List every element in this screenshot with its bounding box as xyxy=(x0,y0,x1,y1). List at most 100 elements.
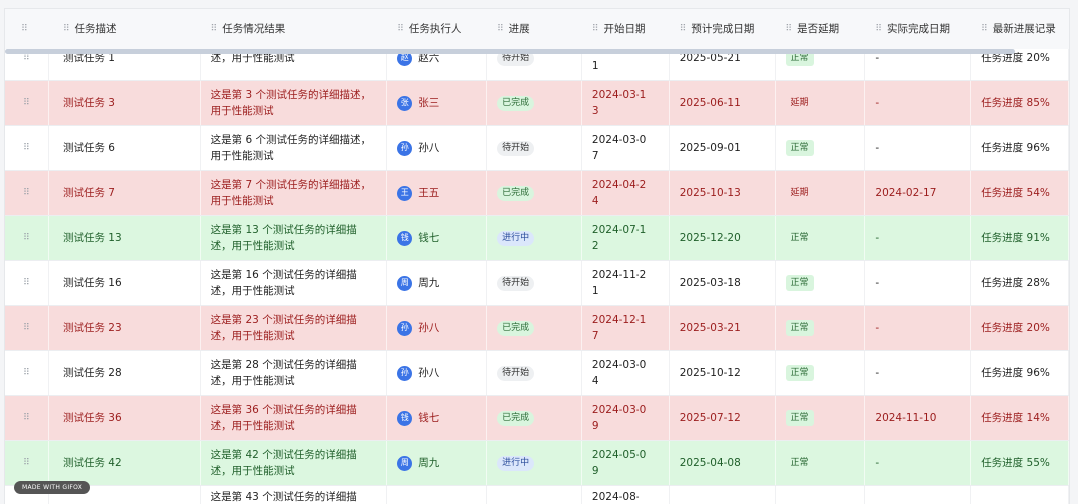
column-header-7[interactable]: ⠿ 是否延期 xyxy=(776,9,866,49)
start-date: 2024-03-09 xyxy=(582,396,670,440)
start-date-text: 2024-07-12 xyxy=(591,224,647,252)
actual-date: - xyxy=(865,81,972,125)
avatar: 钱 xyxy=(397,230,413,246)
start-date-text: 2024-05-09 xyxy=(591,449,647,477)
delay-badge: 正常 xyxy=(785,140,814,156)
start-date: 2024-05-09 xyxy=(582,441,670,485)
drag-handle-icon[interactable]: ⠿ xyxy=(23,140,30,156)
drag-handle-icon[interactable]: ⠿ xyxy=(680,21,687,37)
table-row[interactable]: ⠿ 测试任务 7 这是第 7 个测试任务的详细描述，用于性能测试王王五 已完成 2024… xyxy=(5,171,1069,216)
table-row[interactable]: ⠿ 测试任务 16 这是第 16 个测试任务的详细描述，用于性能测试周周九 待开始 20… xyxy=(5,261,1069,306)
drag-handle-icon[interactable]: ⠿ xyxy=(23,410,30,426)
task-desc: 这是第 7 个测试任务的详细描述，用于性能测试 xyxy=(201,171,388,215)
actual-date: - xyxy=(865,306,972,350)
drag-handle-icon[interactable]: ⠿ xyxy=(23,320,30,336)
table-row[interactable]: ⠿ 测试任务 28 这是第 28 个测试任务的详细描述，用于性能测试孙孙八 待开始 20… xyxy=(5,351,1069,396)
drag-handle-icon[interactable]: ⠿ xyxy=(21,21,28,37)
table-row[interactable]: ⠿ 测试任务 13 这是第 13 个测试任务的详细描述，用于性能测试钱钱七 进行中 20… xyxy=(5,216,1069,261)
status-cell: 已完成 xyxy=(487,396,582,440)
column-title: 任务执行人 xyxy=(408,23,462,35)
column-title: 是否延期 xyxy=(797,23,840,35)
drag-handle-icon[interactable]: ⠿ xyxy=(23,185,30,201)
table-row[interactable]: ⠿ 测试任务 42 这是第 42 个测试任务的详细描述，用于性能测试周周九 进行中 20… xyxy=(5,441,1069,486)
horizontal-scrollbar[interactable] xyxy=(5,49,1015,54)
owner-name: 周九 xyxy=(418,457,440,469)
column-header-5[interactable]: ⠿ 开始日期 xyxy=(582,9,670,49)
actual-date: - xyxy=(865,351,972,395)
avatar: 孙 xyxy=(397,320,413,336)
table-row[interactable]: ⠿ 测试任务 36 这是第 36 个测试任务的详细描述，用于性能测试钱钱七 已完成 20… xyxy=(5,396,1069,441)
latest-progress: 任务进度 55% xyxy=(971,441,1069,485)
delay-cell: 正常 xyxy=(776,351,866,395)
start-date-text: 2024-11-21 xyxy=(591,269,647,297)
owner-name: 王五 xyxy=(418,187,440,199)
status-badge: 进行中 xyxy=(497,455,535,471)
status-cell: 已完成 xyxy=(487,81,582,125)
drag-handle-icon[interactable]: ⠿ xyxy=(23,365,30,381)
start-date: 2024-12-17 xyxy=(582,306,670,350)
latest-progress: 任务进度 14% xyxy=(971,396,1069,440)
column-header-2[interactable]: ⠿ 任务情况结果 xyxy=(201,9,388,49)
delay-cell xyxy=(776,486,866,504)
table-body: ⠿测试任务 1述，用于性能测试赵赵六待开始2024-03-112025-05-2… xyxy=(5,36,1069,504)
column-header-8[interactable]: ⠿ 实际完成日期 xyxy=(865,9,971,49)
owner-cell xyxy=(387,486,488,504)
owner-cell: 孙孙八 xyxy=(387,306,488,350)
table-row[interactable]: ⠿ 测试任务 3 这是第 3 个测试任务的详细描述，用于性能测试张张三 已完成 2024… xyxy=(5,81,1069,126)
status-badge: 待开始 xyxy=(497,275,535,291)
task-desc: 这是第 43 个测试任务的详细描 xyxy=(201,486,388,504)
table-row[interactable]: ⠿ 测试任务 6 这是第 6 个测试任务的详细描述，用于性能测试孙孙八 待开始 2024… xyxy=(5,126,1069,171)
row-drag-cell: ⠿ xyxy=(5,216,49,260)
owner-name: 孙八 xyxy=(418,142,440,154)
column-header-9[interactable]: ⠿ 最新进展记录 xyxy=(971,9,1069,49)
delay-badge: 正常 xyxy=(785,410,814,426)
column-header-6[interactable]: ⠿ 预计完成日期 xyxy=(670,9,776,49)
task-desc: 这是第 13 个测试任务的详细描述，用于性能测试 xyxy=(201,216,388,260)
due-date: 2025-03-18 xyxy=(670,261,776,305)
column-header-1[interactable]: ⠿ 任务描述 xyxy=(49,9,201,49)
drag-handle-icon[interactable]: ⠿ xyxy=(981,21,988,37)
column-header-4[interactable]: ⠿ 进展 xyxy=(487,9,582,49)
owner-cell: 钱钱七 xyxy=(387,216,488,260)
drag-handle-icon[interactable]: ⠿ xyxy=(23,275,30,291)
latest-progress xyxy=(971,486,1069,504)
table-row[interactable]: ⠿ 测试任务 23 这是第 23 个测试任务的详细描述，用于性能测试孙孙八 已完成 20… xyxy=(5,306,1069,351)
drag-handle-icon[interactable]: ⠿ xyxy=(397,21,404,37)
task-desc: 这是第 36 个测试任务的详细描述，用于性能测试 xyxy=(201,396,388,440)
actual-date xyxy=(865,486,972,504)
column-title: 任务情况结果 xyxy=(222,23,286,35)
drag-handle-icon[interactable]: ⠿ xyxy=(211,21,218,37)
start-date: 2024-07-12 xyxy=(582,216,670,260)
start-date: 2024-03-13 xyxy=(582,81,670,125)
start-date-text: 2024-03-13 xyxy=(591,89,647,117)
status-cell: 待开始 xyxy=(487,126,582,170)
delay-cell: 正常 xyxy=(776,306,866,350)
drag-handle-icon[interactable]: ⠿ xyxy=(875,21,882,37)
avatar: 孙 xyxy=(397,365,413,381)
table-row[interactable]: 这是第 43 个测试任务的详细描 2024-08- xyxy=(5,486,1069,504)
due-date: 2025-09-01 xyxy=(670,126,776,170)
drag-handle-icon[interactable]: ⠿ xyxy=(23,95,30,111)
owner-cell: 周周九 xyxy=(387,261,488,305)
drag-handle-icon[interactable]: ⠿ xyxy=(63,21,70,37)
column-header-3[interactable]: ⠿ 任务执行人 xyxy=(387,9,487,49)
drag-handle-icon[interactable]: ⠿ xyxy=(497,21,504,37)
drag-handle-icon[interactable]: ⠿ xyxy=(23,455,30,471)
latest-progress: 任务进度 54% xyxy=(971,171,1069,215)
task-desc: 这是第 16 个测试任务的详细描述，用于性能测试 xyxy=(201,261,388,305)
delay-badge: 延期 xyxy=(790,188,809,198)
due-date: 2025-06-11 xyxy=(670,81,776,125)
start-date: 2024-11-21 xyxy=(582,261,670,305)
owner-name: 孙八 xyxy=(418,322,440,334)
column-header-0[interactable]: ⠿ xyxy=(5,9,49,49)
drag-handle-icon[interactable]: ⠿ xyxy=(23,230,30,246)
drag-handle-icon[interactable]: ⠿ xyxy=(786,21,793,37)
drag-handle-icon[interactable]: ⠿ xyxy=(592,21,599,37)
owner-cell: 钱钱七 xyxy=(387,396,488,440)
task-name: 测试任务 16 xyxy=(49,261,201,305)
delay-badge: 正常 xyxy=(785,365,814,381)
avatar: 孙 xyxy=(397,140,413,156)
delay-badge: 正常 xyxy=(790,233,809,243)
avatar: 张 xyxy=(397,95,413,111)
owner-cell: 孙孙八 xyxy=(387,126,488,170)
